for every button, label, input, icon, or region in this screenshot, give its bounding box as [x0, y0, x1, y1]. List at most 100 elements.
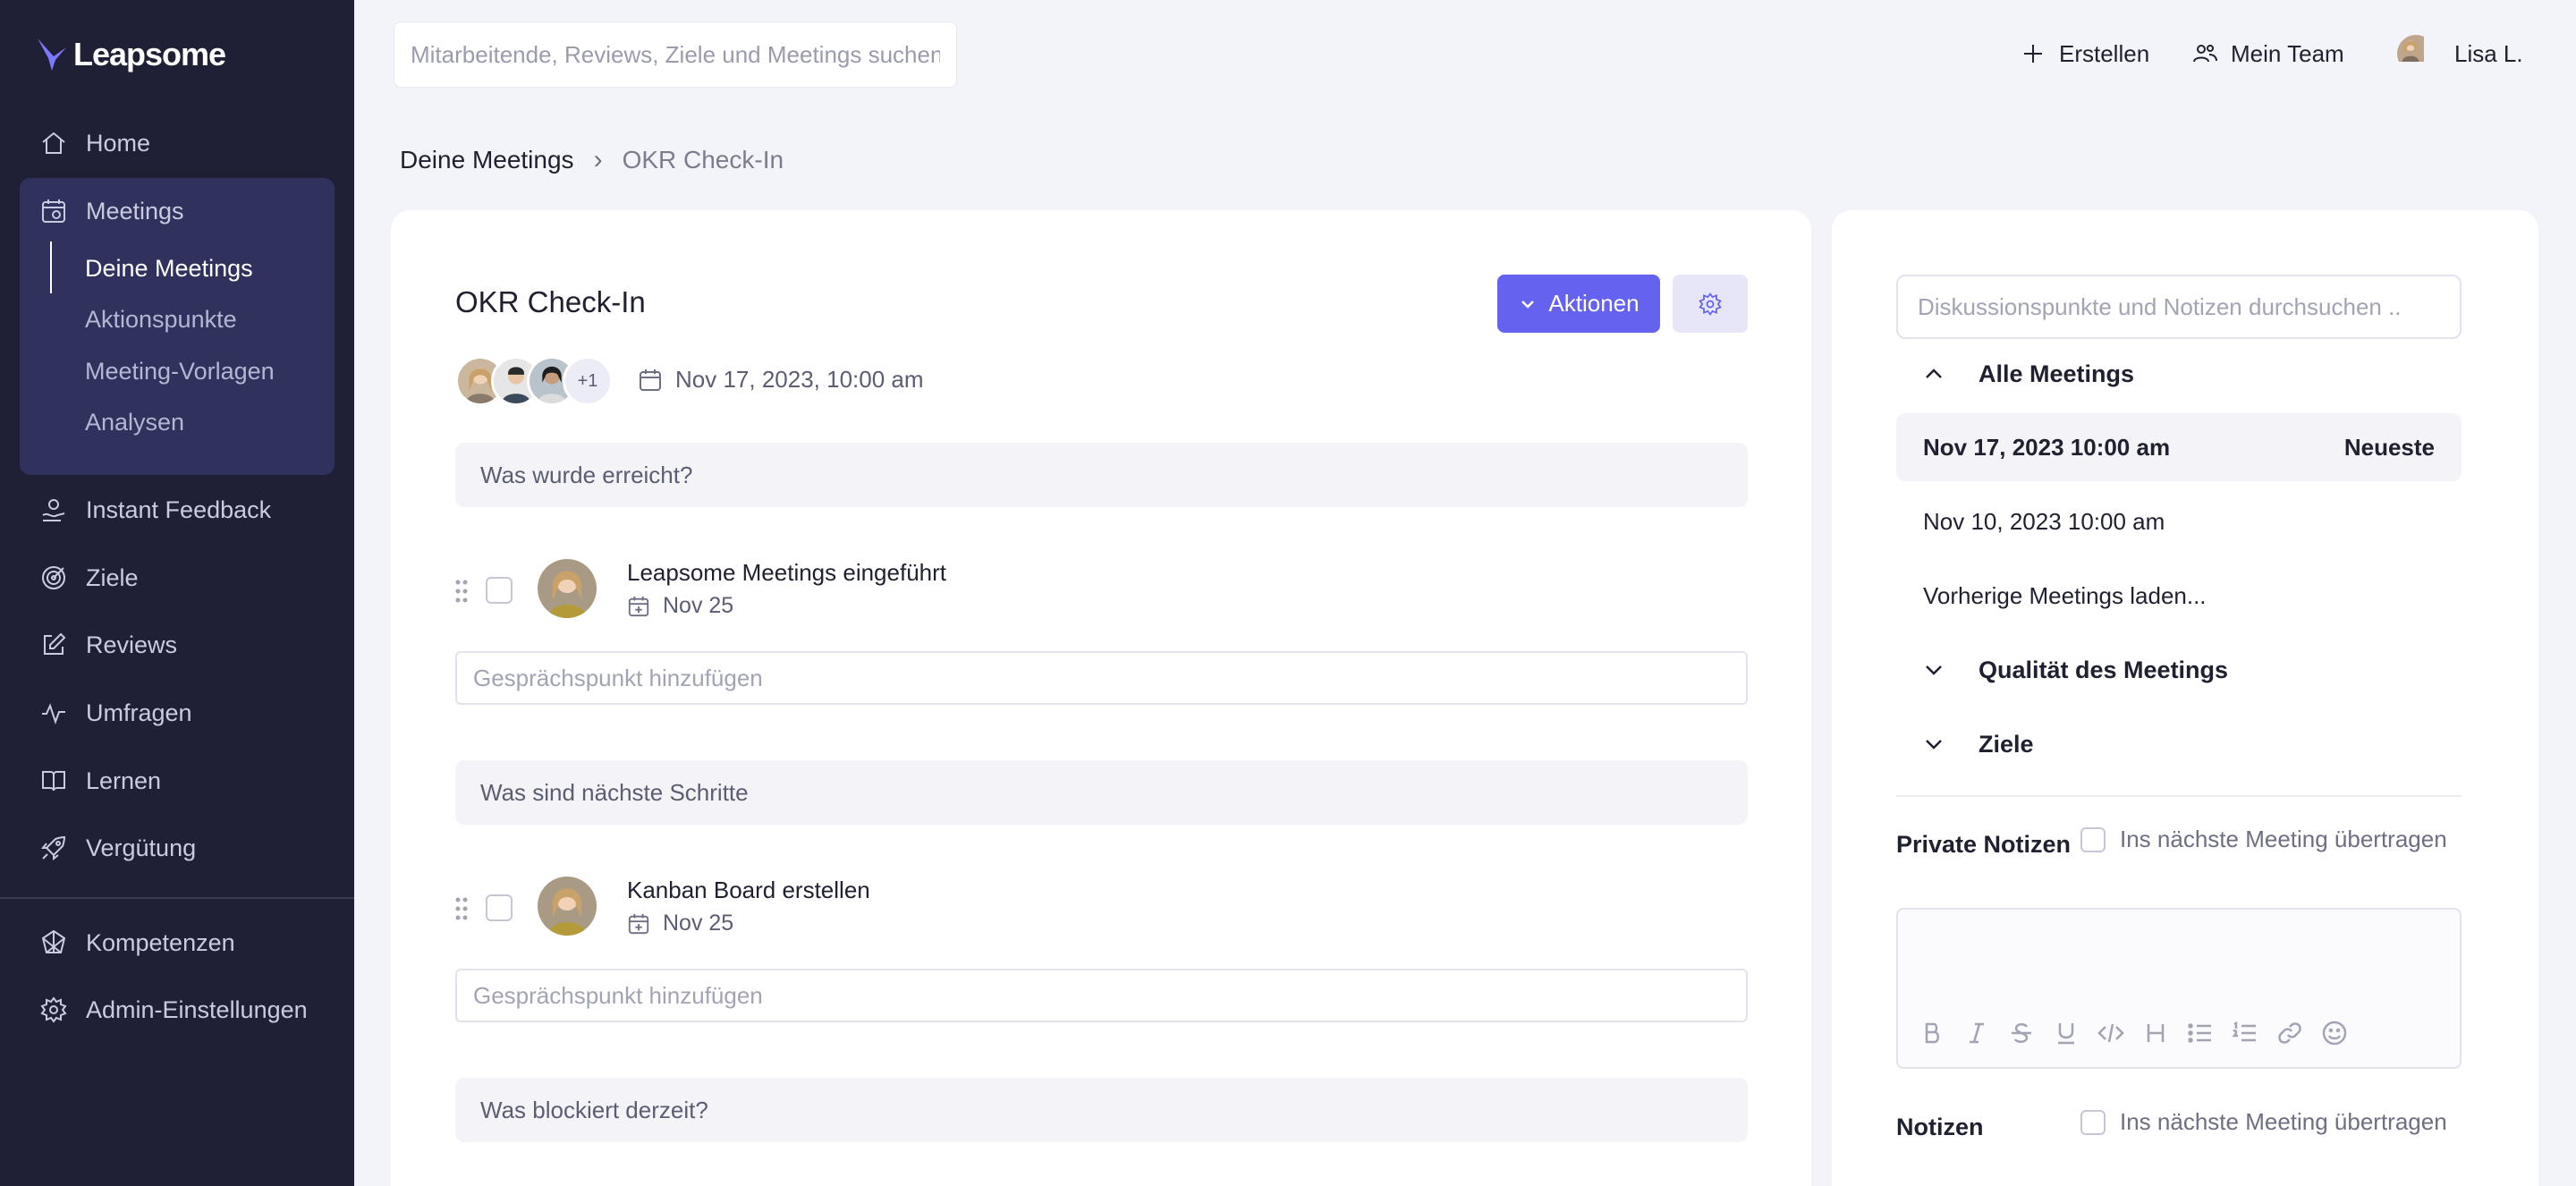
bullet-list-icon[interactable] [2186, 1019, 2215, 1047]
sidebar-sub-aktionspunkte[interactable]: Aktionspunkte [85, 297, 237, 342]
talking-point: Kanban Board erstellen Nov 25 [455, 877, 1748, 948]
due-date-text: Nov 25 [663, 911, 734, 936]
meeting-entry-date: Nov 17, 2023 10:00 am [1923, 433, 2171, 461]
book-icon [42, 771, 65, 792]
goals-toggle[interactable]: Ziele [1896, 717, 2462, 771]
notes-panel: Alle Meetings Nov 17, 2023 10:00 am Neue… [1832, 210, 2538, 1186]
meeting-date-text: Nov 17, 2023, 10:00 am [675, 366, 924, 393]
pulse-icon [42, 703, 65, 725]
talking-point-checkbox[interactable] [486, 577, 513, 604]
brand-name: Leapsome [73, 36, 226, 72]
underline-icon[interactable] [2052, 1019, 2080, 1047]
actions-button[interactable]: Aktionen [1497, 275, 1660, 333]
calendar-due-icon [628, 913, 649, 934]
chevron-down-icon [1926, 740, 1942, 750]
sidebar-item-ziele[interactable]: Ziele [20, 551, 335, 605]
meeting-entry[interactable]: Nov 10, 2023 10:00 am [1896, 487, 2462, 555]
carry-over-label: Ins nächste Meeting übertragen [2120, 826, 2447, 852]
global-search-input[interactable] [394, 21, 957, 88]
target-icon [42, 566, 65, 589]
goals-label: Ziele [1979, 730, 2034, 758]
notes-carry-over[interactable]: Ins nächste Meeting übertragen [2080, 1108, 2447, 1136]
private-notes-editor[interactable] [1896, 908, 2462, 1069]
editor-toolbar [1918, 1019, 2349, 1047]
emoji-icon[interactable] [2320, 1019, 2349, 1047]
talking-point-due: Nov 25 [627, 593, 733, 619]
meeting-quality-toggle[interactable]: Qualität des Meetings [1896, 643, 2462, 697]
latest-badge: Neueste [2343, 433, 2435, 461]
talking-point-checkbox[interactable] [486, 894, 513, 921]
numbered-list-icon[interactable] [2231, 1019, 2259, 1047]
due-date-text: Nov 25 [663, 593, 734, 618]
home-icon [42, 131, 65, 154]
user-menu[interactable]: Lisa L. [2397, 32, 2523, 75]
load-previous-meetings-link[interactable]: Vorherige Meetings laden... [1896, 562, 2462, 630]
sidebar-item-label: Instant Feedback [86, 496, 272, 523]
carry-over-checkbox[interactable] [2080, 1109, 2106, 1135]
meetings-icon [42, 199, 65, 223]
user-name: Lisa L. [2454, 39, 2523, 67]
create-label: Erstellen [2059, 39, 2150, 67]
sidebar-item-label: Reviews [86, 631, 178, 658]
add-talking-point-input[interactable] [455, 651, 1748, 705]
notes-search-input[interactable] [1896, 275, 2462, 339]
strikethrough-icon[interactable] [2007, 1019, 2036, 1047]
talking-point-title[interactable]: Leapsome Meetings eingeführt [627, 559, 946, 587]
private-notes-label: Private Notizen [1896, 831, 2072, 858]
drag-handle-icon[interactable] [455, 579, 468, 604]
link-icon[interactable] [2275, 1019, 2304, 1047]
sidebar-item-label: Ziele [86, 563, 139, 591]
sidebar-sub-analysen[interactable]: Analysen [85, 400, 184, 445]
meeting-settings-button[interactable] [1673, 275, 1748, 333]
sidebar-item-kompetenzen[interactable]: Kompetenzen [20, 916, 335, 970]
italic-icon[interactable] [1962, 1019, 1991, 1047]
chevron-down-icon [1926, 665, 1942, 675]
breadcrumb-current: OKR Check-In [622, 146, 784, 174]
participants[interactable]: +1 [455, 356, 613, 406]
breadcrumb-deine-meetings[interactable]: Deine Meetings [400, 146, 574, 174]
add-talking-point-input[interactable] [455, 969, 1748, 1022]
code-icon[interactable] [2097, 1019, 2125, 1047]
drag-handle-icon[interactable] [455, 896, 468, 921]
private-notes-carry-over[interactable]: Ins nächste Meeting übertragen [2080, 826, 2447, 853]
sidebar-item-home[interactable]: Home [20, 116, 335, 170]
assignee-avatar [538, 877, 597, 936]
section-heading[interactable]: Was blockiert derzeit? [455, 1078, 1748, 1142]
sidebar-item-umfragen[interactable]: Umfragen [20, 686, 335, 740]
all-meetings-toggle[interactable]: Alle Meetings [1896, 347, 2462, 401]
breadcrumb: Deine Meetings › OKR Check-In [400, 145, 784, 175]
talking-point-due: Nov 25 [627, 911, 733, 936]
sidebar-item-lernen[interactable]: Lernen [20, 754, 335, 808]
breadcrumb-separator: › [593, 145, 603, 174]
sidebar-item-instant-feedback[interactable]: Instant Feedback [20, 483, 335, 537]
section-heading[interactable]: Was wurde erreicht? [455, 443, 1748, 507]
assignee-avatar [538, 559, 597, 618]
meeting-card: OKR Check-In Aktionen +1 Nov 17, 2023, 1… [391, 210, 1811, 1186]
leapsome-logo[interactable]: Leapsome [36, 36, 226, 73]
section-heading[interactable]: Was sind nächste Schritte [455, 760, 1748, 825]
calendar-icon [640, 369, 661, 391]
more-participants-badge[interactable]: +1 [563, 356, 613, 406]
sidebar-item-verguetung[interactable]: Vergütung [20, 821, 335, 875]
sidebar-sub-deine-meetings[interactable]: Deine Meetings [85, 246, 253, 291]
carry-over-checkbox[interactable] [2080, 826, 2106, 852]
chevron-down-icon [1521, 300, 1535, 309]
sidebar: Leapsome Home Meetings Deine Meetings Ak… [0, 0, 354, 1186]
my-team-label: Mein Team [2231, 39, 2344, 67]
feedback-icon [42, 499, 65, 521]
my-team-button[interactable]: Mein Team [2191, 32, 2344, 75]
talking-point-title[interactable]: Kanban Board erstellen [627, 877, 870, 904]
sidebar-item-meetings[interactable]: Meetings [20, 184, 335, 238]
meeting-entry[interactable]: Nov 17, 2023 10:00 am Neueste [1896, 413, 2462, 481]
heading-icon[interactable] [2141, 1019, 2170, 1047]
settings-gear-icon [1699, 292, 1722, 316]
talking-point: Leapsome Meetings eingeführt Nov 25 [455, 559, 1748, 631]
sidebar-item-admin-einstellungen[interactable]: Admin-Einstellungen [20, 983, 335, 1037]
panel-divider [1896, 795, 2462, 797]
create-button[interactable]: Erstellen [2020, 32, 2149, 75]
sidebar-item-label: Meetings [86, 197, 184, 224]
bold-icon[interactable] [1918, 1019, 1946, 1047]
sidebar-sub-meeting-vorlagen[interactable]: Meeting-Vorlagen [85, 349, 275, 394]
chevron-up-icon [1926, 369, 1942, 378]
sidebar-item-reviews[interactable]: Reviews [20, 618, 335, 672]
